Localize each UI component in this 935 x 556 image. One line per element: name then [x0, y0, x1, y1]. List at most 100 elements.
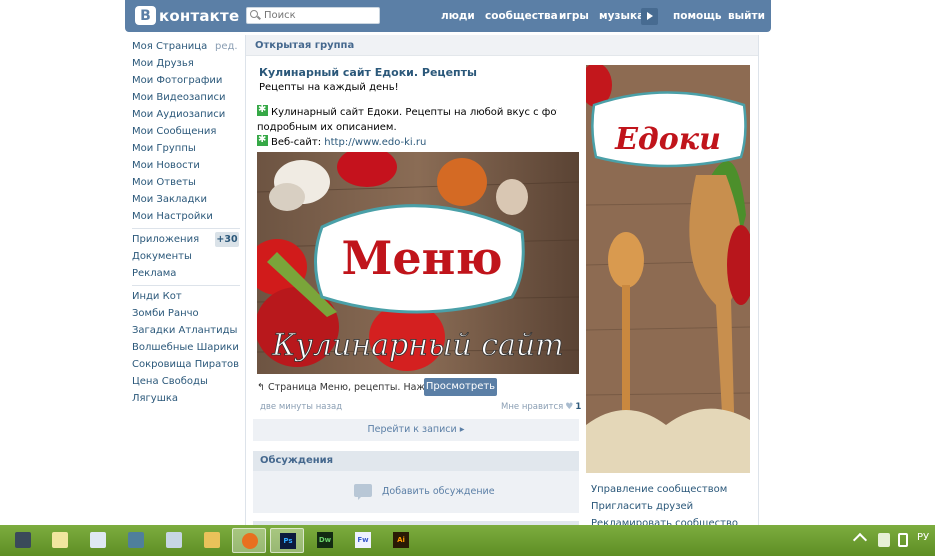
link-title-text: Страница Меню, рецепты. Нажми...	[267, 382, 448, 393]
taskbar-app-illustrator[interactable]: Ai	[384, 528, 418, 553]
nav-help[interactable]: помощь	[673, 0, 722, 32]
fireworks-icon: Fw	[355, 532, 371, 548]
sidebar-app-magic-balls[interactable]: Волшебные Шарики	[132, 339, 240, 356]
sidebar-app-atlantis[interactable]: Загадки Атлантиды	[132, 322, 240, 339]
menu-title-text: Меню	[341, 231, 502, 285]
edoki-logo-text: Едоки	[614, 122, 721, 157]
sidebar-item-answers[interactable]: Мои Ответы	[132, 174, 240, 191]
tray-battery-icon[interactable]	[898, 533, 908, 547]
group-description: Кулинарный сайт Едоки. Рецепты на любой …	[257, 105, 557, 150]
taskbar-app-tool[interactable]	[119, 528, 153, 553]
taskbar-app-dreamweaver[interactable]: Dw	[308, 528, 342, 553]
top-bar: В контакте люди сообщества игры музыка п…	[125, 0, 771, 32]
sidebar-divider	[132, 228, 240, 229]
sidebar-app-pirate-treasures[interactable]: Сокровища Пиратов	[132, 356, 240, 373]
notepad-icon	[52, 532, 68, 548]
vk-logo-text: контакте	[159, 6, 240, 25]
group-avatar[interactable]: Едоки	[586, 65, 750, 473]
sidebar-item-photos[interactable]: Мои Фотографии	[132, 72, 240, 89]
play-icon[interactable]	[641, 8, 658, 25]
discussions-header[interactable]: Обсуждения	[253, 451, 579, 471]
sidebar-item-documents[interactable]: Документы	[132, 248, 240, 265]
view-button[interactable]: Просмотреть	[424, 378, 497, 396]
website-link[interactable]: http://www.edo-ki.ru	[324, 137, 426, 148]
manage-community-link[interactable]: Управление сообществом	[591, 484, 727, 495]
post-image[interactable]: Меню Кулинарный сайт	[257, 152, 579, 374]
taskbar-app-fireworks[interactable]: Fw	[346, 528, 380, 553]
sidebar-item-news[interactable]: Мои Новости	[132, 157, 240, 174]
sidebar-app-indi-cat[interactable]: Инди Кот	[132, 288, 240, 305]
search-icon	[250, 10, 258, 18]
edoki-avatar-image: Едоки	[586, 65, 750, 473]
search-input[interactable]	[246, 7, 380, 24]
sidebar-app-zombie-ranch[interactable]: Зомби Ранчо	[132, 305, 240, 322]
group-info-icon	[257, 105, 268, 117]
dreamweaver-icon: Dw	[317, 532, 333, 548]
nav-logout[interactable]: выйти	[728, 0, 765, 32]
nav-games[interactable]: игры	[559, 0, 589, 32]
attached-link: ↰ Страница Меню, рецепты. Нажми... Просм…	[257, 378, 579, 398]
taskbar-app-archive[interactable]	[157, 528, 191, 553]
group-page: Открытая группа Кулинарный сайт Едоки. Р…	[245, 35, 759, 529]
taskbar-app-photoshop[interactable]: Ps	[270, 528, 304, 553]
taskbar-app-document[interactable]	[81, 528, 115, 553]
tray-arrow-icon[interactable]	[852, 532, 868, 548]
sidebar-item-messages[interactable]: Мои Сообщения	[132, 123, 240, 140]
goto-post-button[interactable]: Перейти к записи ▸	[253, 419, 579, 441]
group-title: Кулинарный сайт Едоки. Рецепты	[259, 66, 477, 79]
nav-communities[interactable]: сообщества	[485, 0, 558, 32]
link-title[interactable]: ↰ Страница Меню, рецепты. Нажми...	[257, 382, 447, 393]
taskbar-app-folder[interactable]	[195, 528, 229, 553]
photoshop-icon: Ps	[280, 533, 296, 549]
sidebar-item-bookmarks[interactable]: Мои Закладки	[132, 191, 240, 208]
windows-taskbar: Ps Dw Fw Ai	[0, 525, 935, 556]
apps-count-badge: +30	[215, 232, 239, 247]
like-button[interactable]: Мне нравится ♥ 1	[501, 402, 581, 412]
website-icon	[257, 132, 268, 147]
tray-flag-icon[interactable]	[878, 533, 890, 547]
invite-friends-link[interactable]: Пригласить друзей	[591, 501, 693, 512]
sidebar-item-apps[interactable]: Приложения +30	[132, 231, 240, 248]
window-icon	[15, 532, 31, 548]
description-line: подробным их описанием.	[257, 122, 397, 133]
vk-logo[interactable]: В контакте	[135, 6, 239, 25]
taskbar-app-firefox[interactable]	[232, 528, 266, 553]
taskbar-app-window[interactable]	[6, 528, 40, 553]
sidebar-item-friends[interactable]: Мои Друзья	[132, 55, 240, 72]
edit-menu-link[interactable]: ред.	[215, 38, 238, 55]
sidebar-item-videos[interactable]: Мои Видеозаписи	[132, 89, 240, 106]
keyboard-language[interactable]: РУ	[917, 532, 929, 543]
left-sidebar: Моя Страница ред. Мои Друзья Мои Фотограф…	[132, 38, 240, 407]
discussion-bubble-icon	[354, 484, 372, 500]
taskbar-app-notepad[interactable]	[43, 528, 77, 553]
nav-music[interactable]: музыка	[599, 0, 644, 32]
website-label: Веб-сайт:	[271, 137, 322, 148]
document-icon	[90, 532, 106, 548]
sidebar-app-frog[interactable]: Лягушка	[132, 390, 240, 407]
vk-logo-icon: В	[135, 6, 156, 25]
tool-icon	[128, 532, 144, 548]
folder-icon	[204, 532, 220, 548]
sidebar-item-groups[interactable]: Мои Группы	[132, 140, 240, 157]
firefox-icon	[242, 533, 258, 549]
menu-banner-image: Меню Кулинарный сайт	[257, 152, 579, 374]
post-time[interactable]: две минуты назад	[260, 402, 342, 412]
sidebar-item-ads[interactable]: Реклама	[132, 265, 240, 282]
group-status: Рецепты на каждый день!	[259, 82, 399, 93]
sidebar-item-my-page[interactable]: Моя Страница ред.	[132, 38, 240, 55]
sidebar-divider	[132, 285, 240, 286]
sidebar-item-label: Приложения	[132, 234, 200, 245]
sidebar-item-label: Моя Страница	[132, 41, 208, 52]
discussions-panel: Добавить обсуждение	[253, 471, 579, 513]
sidebar-item-settings[interactable]: Мои Настройки	[132, 208, 240, 225]
nav-people[interactable]: люди	[441, 0, 475, 32]
sidebar-app-price-of-freedom[interactable]: Цена Свободы	[132, 373, 240, 390]
like-count: 1	[575, 402, 582, 412]
culinary-site-text: Кулинарный сайт	[271, 328, 563, 363]
heart-icon: ♥	[565, 402, 574, 412]
add-discussion-link[interactable]: Добавить обсуждение	[382, 486, 495, 497]
like-label: Мне нравится	[501, 402, 564, 412]
archive-icon	[166, 532, 182, 548]
sidebar-item-audio[interactable]: Мои Аудиозаписи	[132, 106, 240, 123]
illustrator-icon: Ai	[393, 532, 409, 548]
